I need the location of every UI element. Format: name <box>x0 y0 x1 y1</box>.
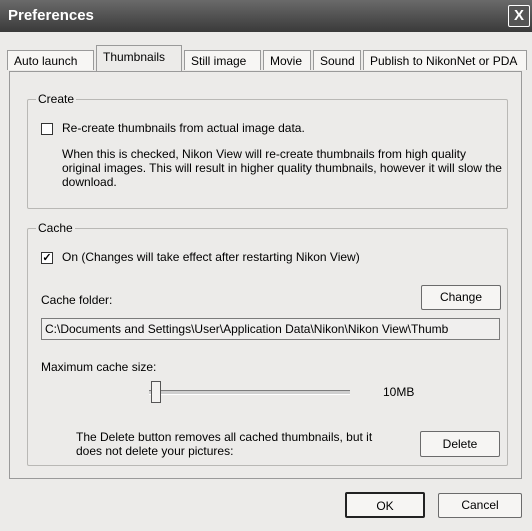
cache-legend: Cache <box>36 221 75 235</box>
tab-still-image[interactable]: Still image <box>184 50 261 70</box>
cache-folder-path: C:\Documents and Settings\User\Applicati… <box>45 322 449 336</box>
checkmark-icon: ✓ <box>42 252 52 264</box>
create-group: Create Re-create thumbnails from actual … <box>27 92 508 209</box>
recreate-thumbnails-label: Re-create thumbnails from actual image d… <box>62 121 305 135</box>
tab-label: Thumbnails <box>103 50 166 64</box>
cache-folder-label: Cache folder: <box>41 293 113 307</box>
delete-button[interactable]: Delete <box>420 431 500 457</box>
cancel-button[interactable]: Cancel <box>438 493 522 518</box>
recreate-thumbnails-checkbox[interactable] <box>41 123 53 135</box>
cache-group: Cache ✓ On (Changes will take effect aft… <box>27 221 508 466</box>
delete-button-label: Delete <box>442 437 478 451</box>
tab-label: Sound <box>320 54 355 68</box>
tab-label: Still image <box>191 54 247 68</box>
tab-panel-thumbnails: Create Re-create thumbnails from actual … <box>9 71 522 479</box>
tab-auto-launch[interactable]: Auto launch <box>7 50 94 70</box>
tab-label: Auto launch <box>14 54 78 68</box>
preferences-dialog: Preferences X Auto launch Thumbnails Sti… <box>0 0 532 531</box>
tab-movie[interactable]: Movie <box>263 50 311 70</box>
change-button-label: Change <box>439 290 483 304</box>
create-legend: Create <box>36 92 77 106</box>
tab-label: Publish to NikonNet or PDA <box>370 54 518 68</box>
create-description: When this is checked, Nikon View will re… <box>62 147 502 189</box>
cache-on-label: On (Changes will take effect after resta… <box>62 250 360 264</box>
cache-size-slider-track[interactable] <box>149 390 350 395</box>
close-icon: X <box>513 7 524 24</box>
ok-button-label: OK <box>376 499 394 513</box>
max-cache-size-value: 10MB <box>383 385 415 399</box>
ok-button[interactable]: OK <box>345 492 425 518</box>
cache-size-slider-thumb[interactable] <box>151 381 161 403</box>
cache-on-checkbox[interactable]: ✓ <box>41 252 53 264</box>
tab-label: Movie <box>270 54 303 68</box>
tab-publish[interactable]: Publish to NikonNet or PDA <box>363 50 527 70</box>
window-title: Preferences <box>8 7 94 24</box>
cancel-button-label: Cancel <box>461 498 499 512</box>
cache-folder-path-field[interactable]: C:\Documents and Settings\User\Applicati… <box>41 318 500 340</box>
change-button[interactable]: Change <box>421 285 501 310</box>
tab-sound[interactable]: Sound <box>313 50 361 70</box>
tab-thumbnails[interactable]: Thumbnails <box>96 45 182 71</box>
title-bar: Preferences X <box>0 0 532 32</box>
max-cache-size-label: Maximum cache size: <box>41 360 157 374</box>
close-button[interactable]: X <box>508 5 530 27</box>
delete-note: The Delete button removes all cached thu… <box>76 430 373 458</box>
